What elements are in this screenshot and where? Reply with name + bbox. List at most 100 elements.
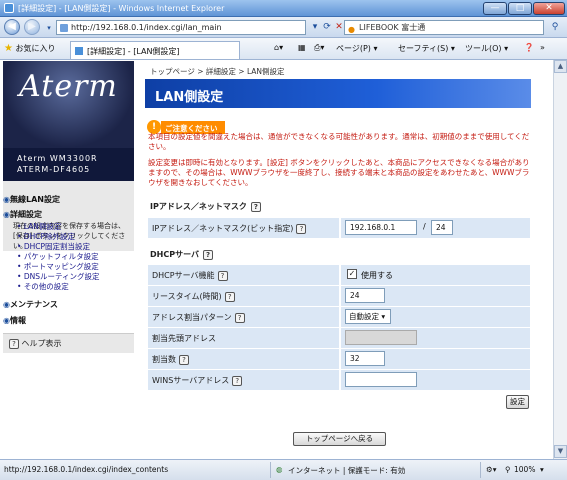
tab-label: [詳細設定] - [LAN側設定] bbox=[87, 47, 180, 56]
wins-address-input[interactable] bbox=[345, 372, 417, 387]
browser-tab[interactable]: [詳細設定] - [LAN側設定] bbox=[70, 41, 240, 59]
scroll-down-icon[interactable]: ▼ bbox=[554, 445, 567, 458]
minimize-button[interactable]: — bbox=[483, 2, 507, 15]
aterm-logo: Aterm bbox=[3, 61, 134, 148]
sidebar-item-label: DHCP除外設定 bbox=[23, 232, 75, 241]
home-icon[interactable]: ⌂▾ bbox=[274, 43, 283, 52]
more-chevron-icon[interactable]: » bbox=[540, 43, 545, 52]
question-icon[interactable]: ? bbox=[234, 312, 245, 323]
lease-time-input[interactable]: 24 bbox=[345, 288, 385, 303]
start-address-row: 割当先頭アドレス bbox=[148, 328, 530, 348]
safety-menu[interactable]: セーフティ(S) ▾ bbox=[398, 43, 455, 54]
address-pattern-select[interactable]: 自動設定 ▾ bbox=[345, 309, 391, 324]
assign-count-row: 割当数? 32 bbox=[148, 349, 530, 369]
question-icon[interactable]: ? bbox=[250, 201, 261, 212]
wins-cell bbox=[339, 370, 530, 390]
window-titlebar[interactable]: [詳細設定] - [LAN側設定] - Windows Internet Exp… bbox=[0, 0, 567, 17]
slash-separator: / bbox=[423, 222, 426, 231]
ip-section-heading: IPアドレス／ネットマスク? bbox=[150, 201, 261, 212]
help-button[interactable]: ? ヘルプ表示 bbox=[3, 333, 134, 353]
dhcp-function-cell: ✓ 使用する bbox=[339, 265, 530, 285]
lease-time-row: リースタイム(時間)? 24 bbox=[148, 286, 530, 306]
assign-count-label: 割当数? bbox=[152, 354, 189, 365]
row-label-text: 割当先頭アドレス bbox=[152, 334, 216, 343]
brand-text: Aterm bbox=[19, 69, 118, 104]
help-icon[interactable]: ❓ bbox=[524, 43, 534, 52]
address-pattern-label: アドレス割当パターン? bbox=[152, 312, 245, 323]
sidebar-item-other[interactable]: • その他の設定 bbox=[3, 281, 134, 292]
row-label-text: アドレス割当パターン bbox=[152, 313, 232, 322]
sidebar-item-label: DHCP固定割当設定 bbox=[23, 242, 90, 251]
assign-count-input[interactable]: 32 bbox=[345, 351, 385, 366]
question-icon[interactable]: ? bbox=[296, 223, 307, 234]
tab-page-icon bbox=[75, 47, 83, 55]
command-bar: ★ お気に入り [詳細設定] - [LAN側設定] ⌂▾ ▦ ⎙▾ ページ(P)… bbox=[0, 38, 567, 60]
breadcrumb: トップページ > 詳細設定 > LAN側設定 bbox=[150, 67, 285, 76]
protected-mode-icon[interactable]: ⚙▾ bbox=[486, 465, 497, 474]
divider bbox=[270, 462, 271, 478]
dhcp-enable-label: 使用する bbox=[361, 271, 393, 280]
feeds-icon[interactable]: ▦ bbox=[298, 43, 306, 52]
address-input[interactable]: http://192.168.0.1/index.cgi/lan_main bbox=[56, 20, 306, 35]
question-icon[interactable]: ? bbox=[224, 291, 235, 302]
vertical-scrollbar[interactable]: ▲ ▼ bbox=[553, 60, 567, 459]
menu-info-label: 情報 bbox=[9, 316, 26, 325]
ip-address-input[interactable]: 192.168.0.1 bbox=[345, 220, 417, 235]
ip-section-label: IPアドレス／ネットマスク bbox=[150, 202, 247, 211]
page-icon bbox=[60, 24, 68, 32]
history-dropdown-icon[interactable]: ▾ bbox=[42, 21, 56, 36]
ip-value-cell: 192.168.0.1 / 24 bbox=[339, 218, 530, 238]
globe-icon: ◍ bbox=[276, 465, 283, 474]
help-label: ヘルプ表示 bbox=[21, 339, 62, 348]
menu-advanced[interactable]: ◉詳細設定 bbox=[3, 209, 134, 220]
start-address-input bbox=[345, 330, 417, 345]
address-pattern-cell: 自動設定 ▾ bbox=[339, 307, 530, 327]
dhcp-function-label: DHCPサーバ機能? bbox=[152, 270, 228, 281]
start-address-cell bbox=[339, 328, 530, 348]
ie-icon bbox=[4, 3, 14, 13]
wins-label: WINSサーバアドレス? bbox=[152, 375, 243, 386]
search-provider-icon: ● bbox=[348, 25, 355, 34]
close-button[interactable]: ✕ bbox=[533, 2, 565, 15]
print-icon[interactable]: ⎙▾ bbox=[314, 43, 324, 53]
set-button[interactable]: 設定 bbox=[506, 395, 529, 409]
address-toolbar: ◀ ▶ ▾ http://192.168.0.1/index.cgi/lan_m… bbox=[0, 17, 567, 38]
lease-time-label: リースタイム(時間)? bbox=[152, 291, 235, 302]
ip-row: IPアドレス／ネットマスク(ビット指定)? 192.168.0.1 / 24 bbox=[148, 218, 530, 238]
ip-label-text: IPアドレス／ネットマスク(ビット指定) bbox=[152, 224, 294, 233]
sidebar-item-label: LAN側設定 bbox=[23, 222, 62, 231]
zoom-dropdown-icon[interactable]: ▾ bbox=[540, 465, 544, 474]
row-label-text: 割当数 bbox=[152, 355, 176, 364]
tools-menu[interactable]: ツール(O) ▾ bbox=[465, 43, 508, 54]
row-label-text: WINSサーバアドレス bbox=[152, 376, 230, 385]
question-icon[interactable]: ? bbox=[217, 270, 228, 281]
back-button[interactable]: ◀ bbox=[4, 19, 20, 35]
star-icon: ★ bbox=[4, 43, 13, 54]
dhcp-enable-checkbox[interactable]: ✓ bbox=[347, 269, 357, 279]
search-icon[interactable]: ⚲ bbox=[548, 20, 562, 35]
bullet-icon: ◉ bbox=[3, 300, 10, 309]
row-label-text: DHCPサーバ機能 bbox=[152, 271, 215, 280]
menu-info[interactable]: ◉情報 bbox=[3, 315, 134, 326]
netmask-input[interactable]: 24 bbox=[431, 220, 453, 235]
back-to-top-button[interactable]: トップページへ戻る bbox=[293, 432, 386, 446]
divider bbox=[480, 462, 481, 478]
question-icon[interactable]: ? bbox=[232, 375, 243, 386]
menu-wireless-label: 無線LAN設定 bbox=[9, 195, 60, 204]
menu-maintenance[interactable]: ◉メンテナンス bbox=[3, 299, 134, 310]
scroll-up-icon[interactable]: ▲ bbox=[554, 60, 567, 73]
select-value: 自動設定 bbox=[349, 312, 379, 321]
menu-wireless[interactable]: ◉無線LAN設定 bbox=[3, 194, 134, 205]
forward-button[interactable]: ▶ bbox=[24, 19, 40, 35]
search-input[interactable]: ● LIFEBOOK 富士通 bbox=[344, 20, 544, 35]
dhcp-section-heading: DHCPサーバ? bbox=[150, 249, 213, 260]
question-icon[interactable]: ? bbox=[203, 249, 213, 260]
question-icon[interactable]: ? bbox=[179, 354, 189, 365]
zoom-level[interactable]: 100% bbox=[514, 465, 535, 474]
bullet-icon: ◉ bbox=[3, 316, 10, 325]
sidebar: Aterm Aterm WM3300R ATERM-DF4605 現在の設定内容… bbox=[3, 61, 134, 391]
favorites-button[interactable]: ★ お気に入り bbox=[4, 43, 56, 54]
row-label-text: リースタイム(時間) bbox=[152, 292, 222, 301]
maximize-button[interactable]: □ bbox=[508, 2, 532, 15]
page-menu[interactable]: ページ(P) ▾ bbox=[336, 43, 377, 54]
